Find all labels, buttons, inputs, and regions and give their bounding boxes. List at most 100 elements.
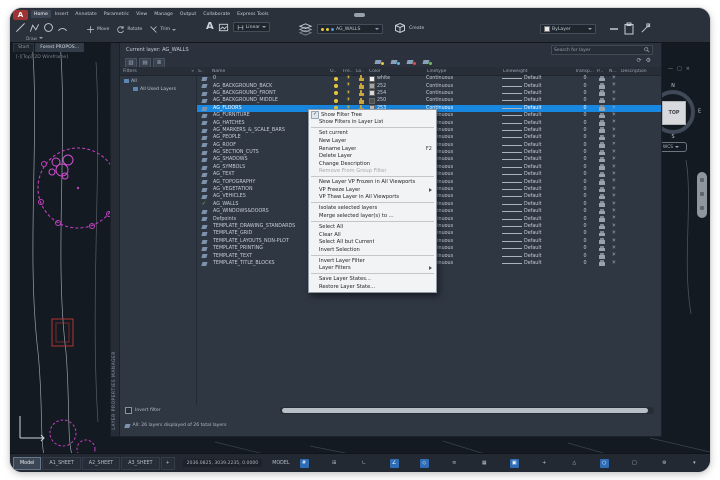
layer-vpfreeze-icon[interactable]: ☀ (608, 90, 620, 97)
layer-plot-icon[interactable] (596, 97, 608, 104)
layer-lineweight[interactable]: Default (502, 230, 574, 237)
layer-lineweight[interactable]: Default (502, 105, 574, 112)
layer-transparency[interactable]: 0 (574, 171, 596, 178)
layer-plot-icon[interactable] (596, 260, 608, 267)
layer-lineweight[interactable]: Default (502, 149, 574, 156)
menu-item-layer-filters[interactable]: Layer Filters (309, 265, 436, 273)
layer-linetype[interactable]: Continuous (426, 105, 502, 112)
layer-linetype[interactable]: Continuous (426, 112, 502, 119)
palette-title-bar[interactable]: LAYER PROPERTIES MANAGER (110, 42, 119, 437)
ribbon-tab-home[interactable]: Home (31, 10, 51, 18)
layer-vpfreeze-icon[interactable]: ☀ (608, 245, 620, 252)
ribbon-tab-view[interactable]: View (133, 10, 150, 18)
layer-plot-icon[interactable] (596, 149, 608, 156)
layer-transparency[interactable]: 0 (574, 127, 596, 134)
menu-item-show-filter-tree[interactable]: ✓Show Filter Tree (309, 111, 436, 119)
menu-item-select-all[interactable]: Select All (309, 223, 436, 231)
lineweight-icon[interactable]: ≡ (450, 459, 459, 468)
layer-plot-icon[interactable] (596, 245, 608, 252)
viewcube-top-face[interactable]: TOP (662, 101, 686, 125)
match-properties-icon[interactable] (640, 23, 651, 34)
layer-plot-icon[interactable] (596, 208, 608, 215)
layer-freeze-icon[interactable]: ☀ (342, 82, 355, 89)
layer-transparency[interactable]: 0 (574, 238, 596, 245)
column-header-fre[interactable]: Fre.. (342, 69, 355, 74)
layer-transparency[interactable]: 0 (574, 223, 596, 230)
layer-plot-icon[interactable] (596, 178, 608, 185)
layer-linetype[interactable]: Continuous (426, 119, 502, 126)
layout-tab-model[interactable]: Model (13, 457, 41, 470)
layer-plot-icon[interactable] (596, 252, 608, 259)
featured-apps-icon[interactable] (354, 13, 365, 17)
layer-lineweight[interactable]: Default (502, 164, 574, 171)
layer-linetype[interactable]: Continuous (426, 134, 502, 141)
menu-item-rename-layer[interactable]: Rename LayerF2 (309, 145, 436, 153)
transparency-icon[interactable]: ▦ (480, 459, 489, 468)
layer-lineweight[interactable]: Default (502, 127, 574, 134)
layer-color-cell[interactable]: white (368, 75, 426, 82)
column-header-n[interactable]: N... (608, 69, 620, 74)
layer-linetype[interactable]: Continuous (426, 142, 502, 149)
snap-icon[interactable]: ⊞ (330, 459, 339, 468)
layer-lineweight[interactable]: Default (502, 171, 574, 178)
layer-transparency[interactable]: 0 (574, 178, 596, 185)
layer-linetype[interactable]: Continuous (426, 260, 502, 267)
layer-freeze-icon[interactable]: ☀ (342, 97, 355, 104)
layer-transparency[interactable]: 0 (574, 75, 596, 82)
isolate-objects-icon[interactable]: ○ (600, 459, 609, 468)
layer-linetype[interactable]: Continuous (426, 90, 502, 97)
layer-vpfreeze-icon[interactable]: ☀ (608, 112, 620, 119)
layer-linetype[interactable]: Continuous (426, 186, 502, 193)
layer-transparency[interactable]: 0 (574, 260, 596, 267)
column-header-lineweight[interactable]: Lineweight (502, 69, 574, 74)
rotate-button[interactable]: Rotate (116, 25, 142, 34)
bylayer-color-dropdown[interactable]: ByLayer (540, 24, 596, 34)
layer-plot-icon[interactable] (596, 223, 608, 230)
move-button[interactable]: Move (86, 25, 109, 34)
layer-vpfreeze-icon[interactable]: ☀ (608, 178, 620, 185)
layer-freeze-icon[interactable]: ☀ (342, 75, 355, 82)
layer-color-cell[interactable]: 250 (368, 97, 426, 104)
polar-icon[interactable]: ∠ (390, 459, 399, 468)
layer-lineweight[interactable]: Default (502, 97, 574, 104)
linear-dimension-dropdown[interactable]: Linear (233, 22, 270, 32)
layer-linetype[interactable]: Continuous (426, 252, 502, 259)
menu-item-clear-all[interactable]: Clear All (309, 231, 436, 239)
ribbon-tab-output[interactable]: Output (177, 10, 199, 18)
layer-transparency[interactable]: 0 (574, 245, 596, 252)
layer-transparency[interactable]: 0 (574, 134, 596, 141)
layer-vpfreeze-icon[interactable]: ☀ (608, 193, 620, 200)
layer-row-ag-background-middle[interactable]: AG_BACKGROUND_MIDDLE ☀ 250 Continuous De… (197, 97, 661, 104)
layer-color-cell[interactable]: 252 (368, 82, 426, 89)
layer-plot-icon[interactable] (596, 201, 608, 208)
layer-transparency[interactable]: 0 (574, 156, 596, 163)
column-header-linetype[interactable]: Linetype (426, 69, 502, 74)
layer-linetype[interactable]: Continuous (426, 230, 502, 237)
navigation-bar[interactable] (697, 172, 707, 218)
layer-transparency[interactable]: 0 (574, 82, 596, 89)
layer-linetype[interactable]: Continuous (426, 193, 502, 200)
column-header-s[interactable]: S.. (197, 69, 211, 74)
layer-transparency[interactable]: 0 (574, 230, 596, 237)
annotation-scale-icon[interactable]: △ (570, 459, 579, 468)
layer-on-icon[interactable] (329, 82, 342, 89)
customization-icon[interactable]: ▾ (690, 459, 699, 468)
menu-item-new-layer[interactable]: New Layer (309, 137, 436, 145)
layer-linetype[interactable]: Continuous (426, 127, 502, 134)
ribbon-tab-collaborate[interactable]: Collaborate (200, 10, 233, 18)
layer-plot-icon[interactable] (596, 112, 608, 119)
layer-vpfreeze-icon[interactable]: ☀ (608, 82, 620, 89)
layer-dropdown[interactable]: AG_WALLS (317, 24, 383, 34)
menu-item-delete-layer[interactable]: Delete Layer (309, 152, 436, 160)
layer-plot-icon[interactable] (596, 127, 608, 134)
column-header-lo[interactable]: Lo.. (355, 69, 368, 74)
ribbon-tab-insert[interactable]: Insert (52, 10, 71, 18)
scrollbar-thumb[interactable] (282, 408, 648, 413)
new-layer-icon[interactable] (373, 58, 385, 66)
viewport-restore-icon[interactable]: □ (677, 66, 682, 72)
layer-plot-icon[interactable] (596, 164, 608, 171)
layer-vpfreeze-icon[interactable]: ☀ (608, 134, 620, 141)
layer-vpfreeze-icon[interactable]: ☀ (608, 230, 620, 237)
settings-gear-icon[interactable]: ⚙ (660, 459, 669, 468)
layer-lineweight[interactable]: Default (502, 208, 574, 215)
